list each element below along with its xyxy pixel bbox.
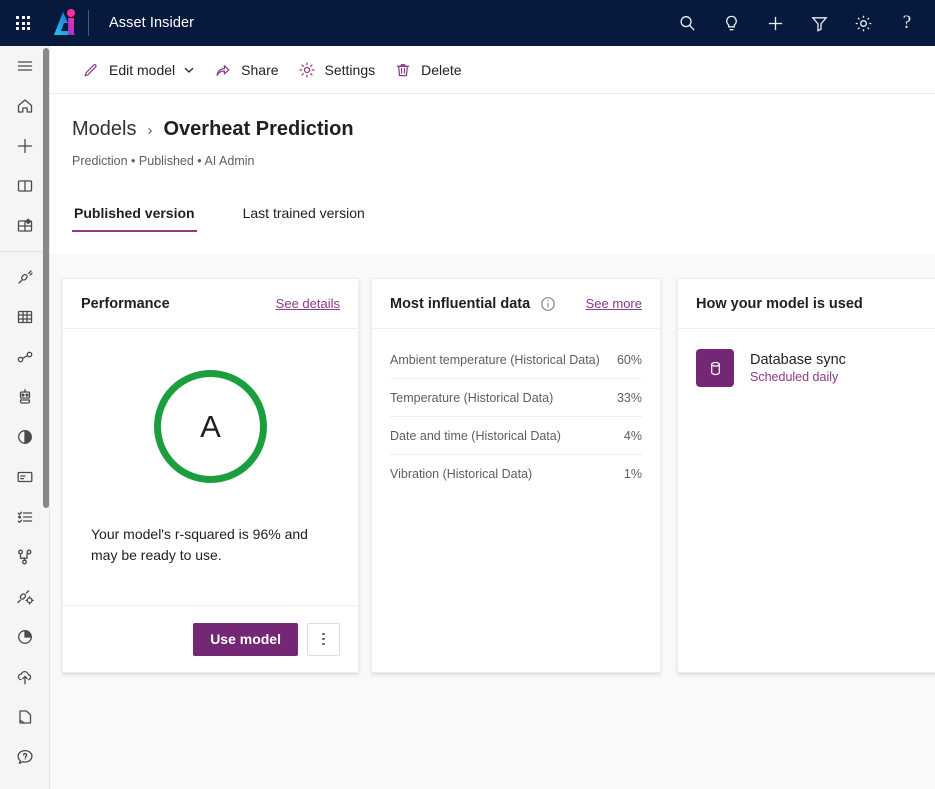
search-icon[interactable] [665,0,709,46]
left-navigation-rail [0,46,50,789]
influential-data-list: Ambient temperature (Historical Data) 60… [372,329,660,493]
edit-model-label: Edit model [109,61,176,78]
plus-icon[interactable] [753,0,797,46]
performance-summary-text: Your model's r-squared is 96% and may be… [91,526,308,563]
overflow-dots-icon [322,632,325,646]
influential-card-header: Most influential data See more [372,279,660,329]
page-title: Overheat Prediction [163,118,354,140]
pie-chart-icon[interactable] [0,617,49,657]
suite-actions: ? [665,0,935,46]
filter-icon[interactable] [797,0,841,46]
breadcrumb: Models › Overheat Prediction [72,118,354,141]
rail-scrollbar[interactable] [43,48,49,508]
help-glyph: ? [902,12,912,33]
use-model-button[interactable]: Use model [193,622,298,656]
page-subtitle: Prediction • Published • AI Admin [72,154,255,168]
list-item: Temperature (Historical Data) 33% [390,379,642,417]
settings-label: Settings [324,61,376,78]
see-more-link[interactable]: See more [586,296,642,311]
most-influential-data-card: Most influential data See more Ambient t… [371,278,661,673]
model-usage-card: How your model is used Database sync Sch… [677,278,935,673]
trash-icon [393,60,413,80]
performance-card-title: Performance [81,295,170,312]
usage-card-header: How your model is used [678,279,935,329]
influential-row-name: Ambient temperature (Historical Data) [390,352,600,367]
app-launcher-button[interactable] [0,0,46,46]
document-icon[interactable] [0,697,49,737]
list-item: Vibration (Historical Data) 1% [390,455,642,493]
usage-item-schedule[interactable]: Scheduled daily [750,370,846,384]
influential-row-value: 1% [623,467,642,481]
cards-canvas: Performance See details A Your model's r… [50,254,935,789]
grade-ring-indicator: A [154,370,267,483]
see-details-link[interactable]: See details [276,296,340,311]
plug-gear-icon[interactable] [0,577,49,617]
performance-grade: A [63,329,358,524]
list-item: Date and time (Historical Data) 4% [390,417,642,455]
breadcrumb-separator-icon: › [147,122,153,139]
command-bar: Edit model Share Settings Delete [50,46,935,94]
usage-item-text: Database sync Scheduled daily [750,352,846,384]
pencil-icon [81,60,101,80]
share-label: Share [241,61,279,78]
delete-button[interactable]: Delete [384,46,470,94]
usage-list-item[interactable]: Database sync Scheduled daily [678,329,935,387]
influential-row-value: 4% [623,428,642,443]
influential-row-name: Date and time (Historical Data) [390,428,561,443]
tab-published-version[interactable]: Published version [72,199,197,232]
performance-card: Performance See details A Your model's r… [62,278,359,673]
influential-row-value: 60% [616,352,642,367]
performance-card-footer: Use model [63,605,358,672]
share-button[interactable]: Share [204,46,287,94]
breadcrumb-models-link[interactable]: Models [72,118,136,141]
cloud-upload-icon[interactable] [0,657,49,697]
gear-icon[interactable] [841,0,885,46]
brand-logo-icon[interactable] [46,0,86,46]
performance-card-header: Performance See details [63,279,358,329]
chevron-down-icon [183,64,195,76]
app-title: Asset Insider [109,15,195,31]
influential-card-title: Most influential data [390,295,531,312]
tab-last-trained-version[interactable]: Last trained version [241,199,367,232]
lightbulb-icon[interactable] [709,0,753,46]
delete-label: Delete [421,61,462,78]
app-root: Asset Insider ? Edit model Share Setting… [0,0,935,789]
list-item: Ambient temperature (Historical Data) 60… [390,341,642,379]
version-tabs: Published version Last trained version [72,199,411,232]
influential-row-name: Temperature (Historical Data) [390,390,554,405]
grade-letter: A [200,408,221,444]
suite-header-bar: Asset Insider ? [0,0,935,46]
share-icon [213,60,233,80]
usage-item-name: Database sync [750,352,846,368]
influential-row-value: 33% [616,390,642,405]
gear-icon [297,60,317,80]
influential-row-name: Vibration (Historical Data) [390,467,533,481]
usage-card-title: How your model is used [696,295,863,312]
branch-icon[interactable] [0,537,49,577]
more-options-button[interactable] [307,622,340,656]
settings-button[interactable]: Settings [288,46,385,94]
database-icon [696,349,734,387]
help-icon[interactable]: ? [885,0,929,46]
waffle-icon [16,16,30,30]
help-chat-icon[interactable] [0,737,49,777]
page-header: Models › Overheat Prediction Prediction … [50,94,935,254]
info-icon[interactable] [540,296,556,312]
edit-model-button[interactable]: Edit model [72,46,204,94]
brand-divider [88,10,89,36]
